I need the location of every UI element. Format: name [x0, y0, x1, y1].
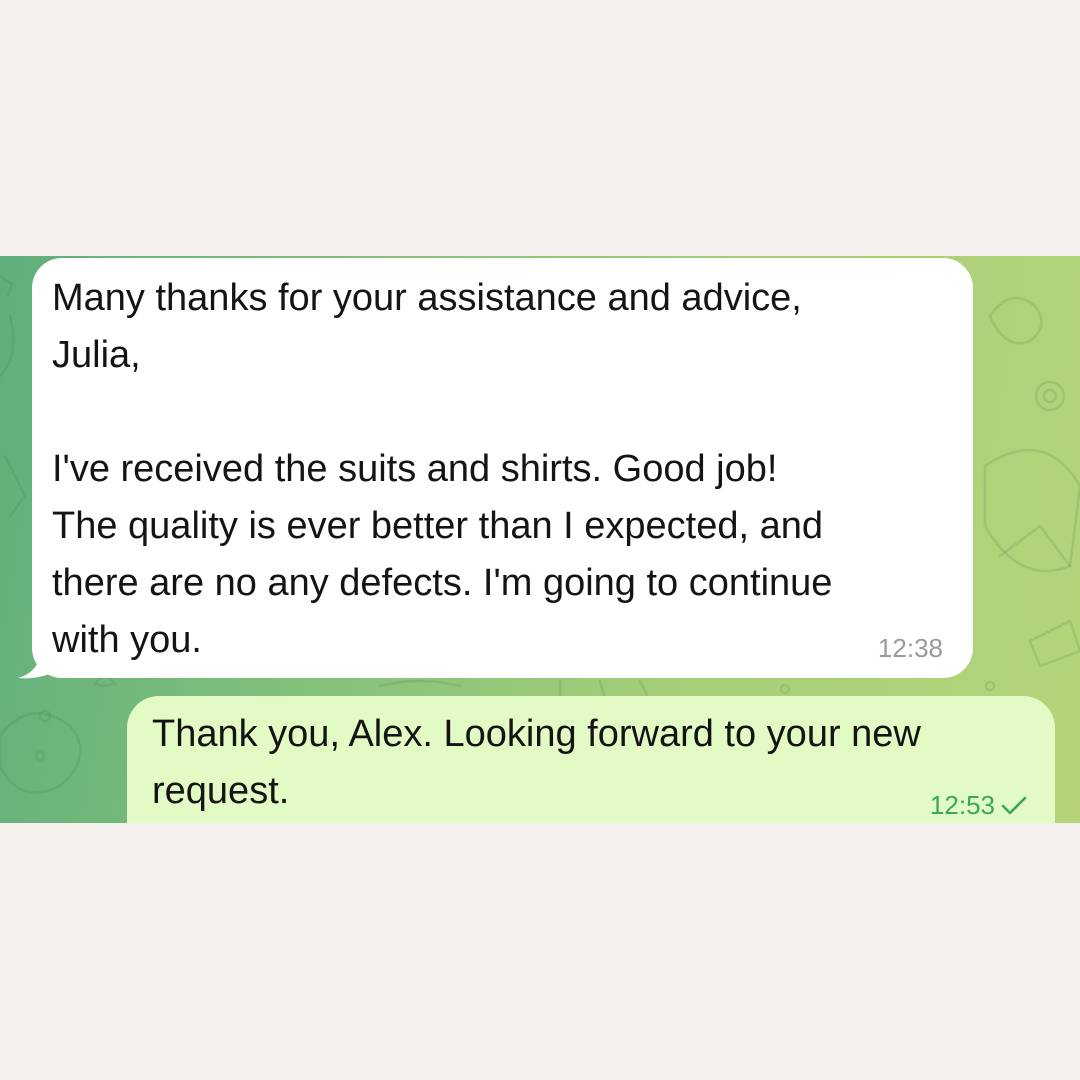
single-check-icon: [1001, 796, 1027, 814]
incoming-message-text: Many thanks for your assistance and advi…: [52, 277, 833, 661]
outgoing-message-meta: 12:53: [930, 790, 1029, 821]
incoming-message-bubble[interactable]: Many thanks for your assistance and advi…: [32, 258, 973, 678]
outgoing-message-text: Thank you, Alex. Looking forward to your…: [152, 713, 921, 812]
outgoing-message-time: 12:53: [929, 790, 995, 820]
chat-area: Many thanks for your assistance and advi…: [0, 256, 1080, 823]
outgoing-message-bubble[interactable]: Thank you, Alex. Looking forward to your…: [127, 696, 1055, 823]
incoming-message-time: 12:38: [877, 633, 943, 663]
